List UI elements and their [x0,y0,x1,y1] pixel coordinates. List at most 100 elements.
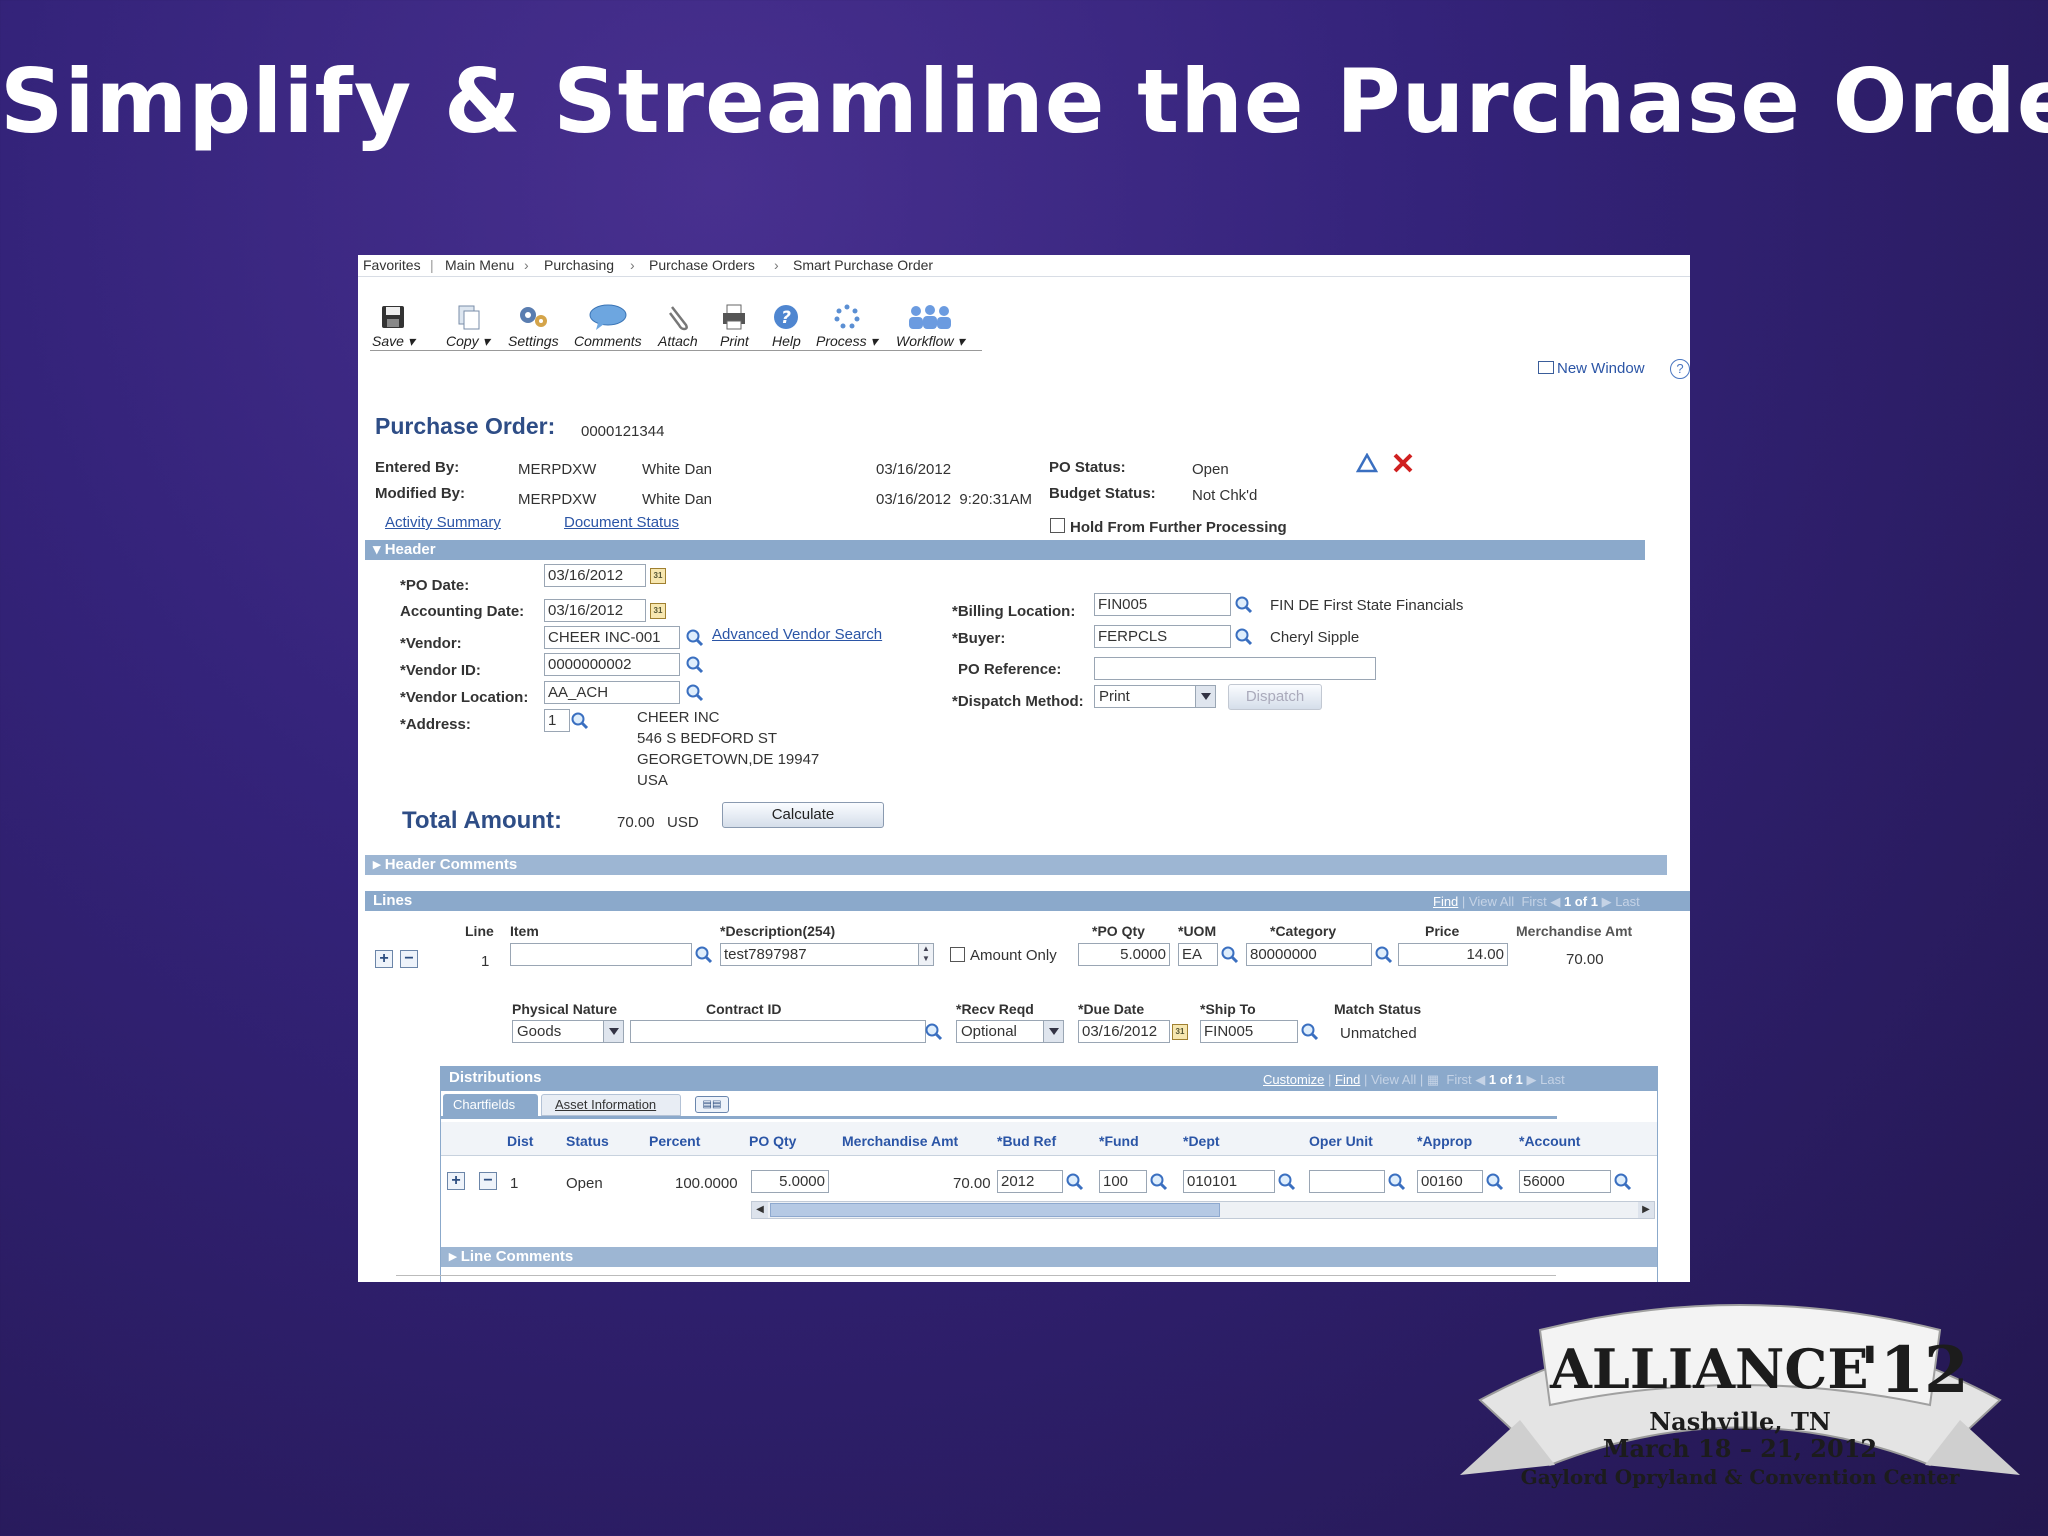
breadcrumb-purchasing[interactable]: Purchasing [544,257,614,273]
nav-left-arrow-icon[interactable]: ◀ [1475,1072,1485,1087]
ship-to-field[interactable]: FIN005 [1200,1020,1298,1043]
toolbar-comments-button[interactable]: Comments [574,303,642,349]
toolbar-save-button[interactable]: Save ▾ [372,303,415,350]
lookup-search-icon[interactable] [685,628,704,647]
lookup-search-icon[interactable] [1220,945,1239,964]
add-row-button[interactable]: + [375,950,393,968]
price-field[interactable]: 14.00 [1398,943,1508,966]
header-section-label: Header [384,541,436,558]
budget-check-icon[interactable] [1356,453,1378,473]
dist-find-link[interactable]: Find [1335,1072,1360,1087]
toolbar-help-button[interactable]: ? Help [772,303,801,349]
header-comments-bar[interactable]: ▸ Header Comments [365,855,1667,875]
document-status-link[interactable]: Document Status [564,514,679,531]
dist-po-qty-field[interactable]: 5.0000 [751,1170,829,1193]
delete-row-button[interactable]: − [400,950,418,968]
lookup-search-icon[interactable] [570,711,589,730]
nav-left-arrow-icon[interactable]: ◀ [1550,894,1560,909]
calendar-icon[interactable]: 31 [1172,1024,1188,1040]
category-field[interactable]: 80000000 [1246,943,1372,966]
breadcrumb-smart-purchase-order: Smart Purchase Order [793,257,934,273]
scrollbar-thumb[interactable] [770,1203,1220,1217]
lookup-search-icon[interactable] [924,1022,943,1041]
hold-processing-checkbox[interactable] [1050,518,1065,533]
po-date-field[interactable]: 03/16/2012 [544,564,646,587]
customize-link[interactable]: Customize [1263,1072,1324,1087]
advanced-vendor-search-link[interactable]: Advanced Vendor Search [712,626,882,643]
header-section-bar[interactable]: ▾ Header [365,540,1645,560]
breadcrumb-main-menu[interactable]: Main Menu [445,257,514,273]
calendar-icon[interactable]: 31 [650,568,666,584]
entered-by-name: White Dan [642,461,713,478]
contract-id-field[interactable] [630,1020,926,1043]
description-field[interactable]: test7897987 [720,943,920,966]
cancel-x-icon[interactable] [1392,452,1414,474]
horizontal-scrollbar[interactable]: ◀ ▶ [751,1201,1655,1219]
tab-chartfields[interactable]: Chartfields [443,1094,538,1116]
address-seq-field[interactable]: 1 [544,709,570,732]
recv-reqd-select[interactable]: Optional [956,1020,1064,1043]
scroll-right-arrow-icon[interactable]: ▶ [1638,1202,1654,1218]
uom-field[interactable]: EA [1178,943,1218,966]
amount-only-checkbox[interactable] [950,947,965,962]
description-spinner[interactable]: ▲ ▼ [918,943,934,966]
breadcrumb-purchase-orders[interactable]: Purchase Orders [649,257,755,273]
breadcrumb-favorites[interactable]: Favorites [363,257,421,273]
bud-ref-field[interactable]: 2012 [997,1170,1063,1193]
lookup-search-icon[interactable] [1374,945,1393,964]
lookup-search-icon[interactable] [694,945,713,964]
line-comments-bar[interactable]: ▸ Line Comments [441,1247,1657,1267]
lookup-search-icon[interactable] [1149,1172,1168,1191]
lookup-search-icon[interactable] [1234,595,1253,614]
toolbar-process-button[interactable]: Process ▾ [816,303,878,350]
delete-dist-row-button[interactable]: − [479,1172,497,1190]
item-field[interactable] [510,943,692,966]
scroll-left-arrow-icon[interactable]: ◀ [752,1202,768,1218]
buyer-field[interactable]: FERPCLS [1094,625,1231,648]
activity-summary-link[interactable]: Activity Summary [385,514,501,531]
nav-right-arrow-icon[interactable]: ▶ [1602,894,1612,909]
add-dist-row-button[interactable]: + [447,1172,465,1190]
vendor-location-field[interactable]: AA_ACH [544,681,680,704]
toolbar-print-button[interactable]: Print [720,303,749,349]
vendor-field[interactable]: CHEER INC-001 [544,626,680,649]
po-qty-field[interactable]: 5.0000 [1078,943,1170,966]
lookup-search-icon[interactable] [1065,1172,1084,1191]
dispatch-button[interactable]: Dispatch [1228,684,1322,710]
toolbar-workflow-button[interactable]: Workflow ▾ [896,303,964,350]
lookup-search-icon[interactable] [1277,1172,1296,1191]
dispatch-method-select[interactable]: Print [1094,685,1216,708]
help-circle-icon[interactable]: ? [1670,359,1690,379]
new-window-link[interactable]: New Window [1538,360,1645,377]
due-date-field[interactable]: 03/16/2012 [1078,1020,1170,1043]
lookup-search-icon[interactable] [1613,1172,1632,1191]
page-title: Purchase Order: [375,413,556,439]
grid-download-icon[interactable]: ▦ [1427,1072,1439,1087]
toolbar-attach-button[interactable]: Attach [658,303,698,349]
toolbar-copy-button[interactable]: Copy ▾ [446,303,490,350]
vendor-id-field[interactable]: 0000000002 [544,653,680,676]
lines-find-link[interactable]: Find [1433,894,1458,909]
billing-location-field[interactable]: FIN005 [1094,593,1231,616]
oper-unit-field[interactable] [1309,1170,1385,1193]
lookup-search-icon[interactable] [685,683,704,702]
lookup-search-icon[interactable] [1387,1172,1406,1191]
toolbar-settings-button[interactable]: Settings [508,303,559,349]
lookup-search-icon[interactable] [685,655,704,674]
fund-field[interactable]: 100 [1099,1170,1147,1193]
lookup-search-icon[interactable] [1300,1022,1319,1041]
lookup-search-icon[interactable] [1234,627,1253,646]
calculate-button[interactable]: Calculate [722,802,884,828]
tab-asset-information[interactable]: Asset Information [541,1094,681,1116]
nav-right-arrow-icon[interactable]: ▶ [1527,1072,1537,1087]
account-field[interactable]: 56000 [1519,1170,1611,1193]
approp-field[interactable]: 00160 [1417,1170,1483,1193]
lookup-search-icon[interactable] [1485,1172,1504,1191]
calendar-icon[interactable]: 31 [650,603,666,619]
chevron-down-icon [603,1021,623,1042]
po-reference-field[interactable] [1094,657,1376,680]
physical-nature-select[interactable]: Goods [512,1020,624,1043]
accounting-date-field[interactable]: 03/16/2012 [544,599,646,622]
dept-field[interactable]: 010101 [1183,1170,1275,1193]
show-all-columns-icon[interactable]: ▤▤ [695,1096,729,1113]
